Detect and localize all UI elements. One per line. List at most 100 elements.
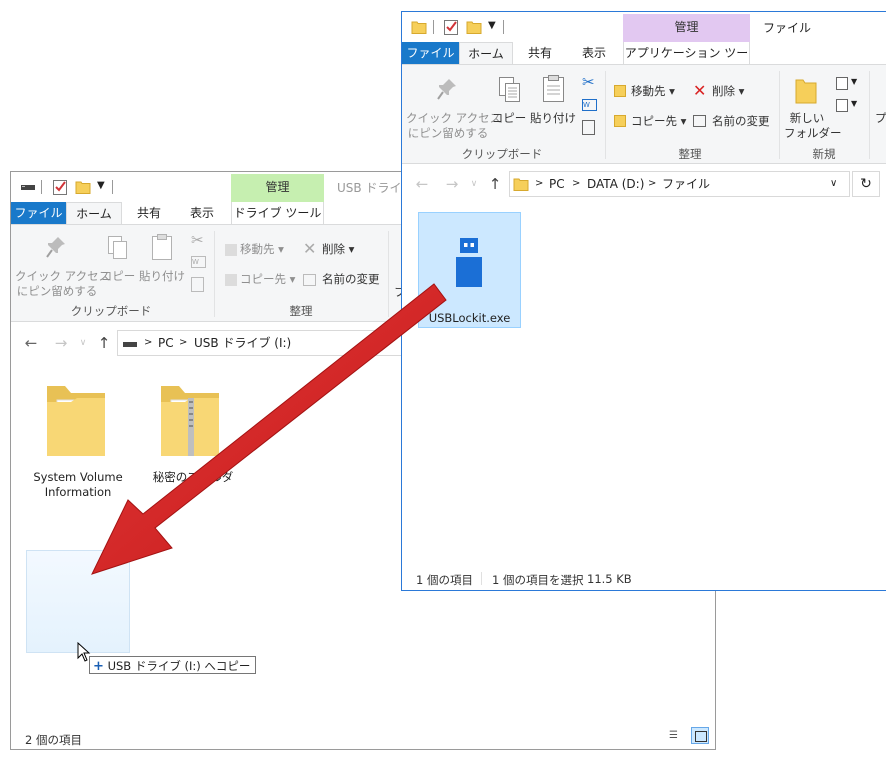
- back-button[interactable]: ←: [412, 171, 432, 197]
- copy-path-icon[interactable]: W: [582, 99, 597, 111]
- back-button[interactable]: ←: [21, 330, 41, 356]
- copy-button[interactable]: コピー: [491, 111, 527, 126]
- new-folder-icon[interactable]: [75, 179, 91, 195]
- address-bar[interactable]: > PC > DATA (D:) > ファイル ∨: [509, 171, 850, 197]
- delete-button[interactable]: 削除 ▾: [712, 84, 744, 99]
- cut-icon[interactable]: ✂: [191, 231, 204, 249]
- paste-shortcut-icon[interactable]: [582, 120, 595, 135]
- new-folder-label-line2: フォルダー: [784, 126, 842, 140]
- large-icons-view-icon[interactable]: [691, 727, 709, 744]
- tab-drive-tools[interactable]: ドライブ ツール: [231, 202, 324, 224]
- breadcrumb-pc[interactable]: PC: [549, 172, 565, 196]
- paste-button[interactable]: 貼り付け: [139, 269, 185, 284]
- status-selected-count: 1 個の項目を選択: [492, 573, 584, 587]
- recent-dropdown-icon[interactable]: ∨: [73, 330, 93, 356]
- paste-icon: [543, 75, 564, 102]
- move-to-button[interactable]: 移動先 ▾: [631, 84, 675, 99]
- rename-icon: [303, 274, 316, 286]
- properties-icon[interactable]: [52, 178, 68, 196]
- tab-home[interactable]: ホーム: [459, 42, 513, 64]
- forward-button[interactable]: →: [442, 171, 462, 197]
- status-item-count: 2 個の項目: [25, 733, 82, 747]
- new-folder-icon[interactable]: [466, 19, 482, 35]
- breadcrumb-usb-drive[interactable]: USB ドライブ (I:): [194, 331, 291, 355]
- pin-icon: [437, 79, 456, 100]
- folder-name-system-volume[interactable]: System Volume Information: [25, 470, 131, 500]
- folder-name-line1: System Volume: [33, 470, 123, 484]
- delete-label: 削除: [712, 84, 735, 98]
- usb-app-icon: [456, 238, 482, 287]
- up-button[interactable]: ↑: [94, 330, 114, 356]
- cut-icon[interactable]: ✂: [582, 73, 595, 91]
- tab-share[interactable]: 共有: [519, 42, 561, 64]
- pin-label-line1: クイック アクセス: [406, 111, 502, 125]
- drag-tooltip: + USB ドライブ (I:) へコピー: [89, 656, 257, 674]
- new-folder-label-line1: 新しい: [789, 111, 825, 125]
- tab-file[interactable]: ファイル: [402, 42, 459, 64]
- group-organize-label: 整理: [678, 147, 702, 161]
- move-to-label: 移動先: [631, 84, 666, 98]
- recent-dropdown-icon[interactable]: ∨: [464, 171, 484, 197]
- ribbon: クイック アクセス にピン留めする コピー 貼り付け ✂ W クリップボード 移動…: [402, 64, 886, 164]
- breadcrumb-folder[interactable]: ファイル: [662, 172, 710, 196]
- new-item-icon[interactable]: [836, 77, 848, 90]
- details-view-icon[interactable]: ☰: [669, 729, 685, 743]
- breadcrumb-separator: >: [572, 178, 581, 189]
- move-to-button[interactable]: 移動先 ▾: [240, 242, 284, 257]
- folder-icon[interactable]: [43, 380, 109, 460]
- drag-tooltip-label: USB ドライブ (I:) へコピー: [107, 659, 251, 673]
- new-folder-button[interactable]: 新しい フォルダー: [784, 111, 842, 141]
- breadcrumb-data-drive[interactable]: DATA (D:): [587, 172, 644, 196]
- copy-path-icon[interactable]: W: [191, 256, 206, 268]
- new-item-dropdown-icon[interactable]: ▼: [851, 77, 857, 86]
- copy-to-icon: [225, 274, 237, 286]
- pin-icon: [46, 237, 65, 258]
- move-to-label: 移動先: [240, 242, 275, 256]
- tab-application-tools[interactable]: アプリケーション ツール: [623, 42, 750, 82]
- delete-button[interactable]: 削除 ▾: [322, 242, 354, 257]
- drag-ghost: [26, 550, 130, 653]
- rename-button[interactable]: 名前の変更: [712, 114, 770, 129]
- tab-home[interactable]: ホーム: [66, 202, 122, 224]
- qat-dropdown-icon[interactable]: ▼: [488, 20, 496, 31]
- group-new-label: 新規: [812, 147, 836, 161]
- tab-view[interactable]: 表示: [573, 42, 615, 64]
- qat-dropdown-icon[interactable]: ▼: [97, 180, 105, 191]
- rename-button[interactable]: 名前の変更: [322, 272, 380, 287]
- properties-icon[interactable]: [443, 18, 459, 36]
- forward-button[interactable]: →: [51, 330, 71, 356]
- breadcrumb-separator: >: [535, 178, 544, 189]
- group-organize-label: 整理: [289, 304, 313, 318]
- plus-icon: +: [93, 659, 104, 674]
- pin-quick-access-button[interactable]: クイック アクセス にピン留めする: [15, 269, 110, 299]
- easy-access-icon[interactable]: [836, 99, 848, 112]
- refresh-button[interactable]: ↻: [852, 171, 880, 197]
- copy-button[interactable]: コピー: [100, 269, 136, 284]
- copy-to-icon: [614, 115, 626, 127]
- copy-to-label: コピー先: [631, 114, 677, 128]
- up-button[interactable]: ↑: [485, 171, 505, 197]
- window-title: ファイル: [763, 21, 812, 35]
- tab-share[interactable]: 共有: [128, 202, 170, 224]
- zip-folder-icon[interactable]: [157, 380, 223, 460]
- copy-to-button[interactable]: コピー先 ▾: [240, 272, 295, 287]
- group-clipboard-label: クリップボード: [461, 147, 543, 161]
- paste-button[interactable]: 貼り付け: [530, 111, 576, 126]
- copy-icon: [499, 77, 520, 102]
- pin-quick-access-button[interactable]: クイック アクセス にピン留めする: [406, 111, 501, 141]
- drive-icon: [123, 342, 137, 347]
- title-bar: ▼ 管理 ファイル: [402, 12, 886, 42]
- drive-icon: [21, 185, 35, 190]
- easy-access-dropdown-icon[interactable]: ▼: [851, 99, 857, 108]
- pin-label-line1: クイック アクセス: [15, 269, 111, 283]
- folder-name-secret[interactable]: 秘密のフォルダ: [151, 470, 235, 485]
- paste-shortcut-icon[interactable]: [191, 277, 204, 292]
- ribbon-cutoff-label: プ: [875, 111, 886, 125]
- tab-view[interactable]: 表示: [181, 202, 223, 224]
- breadcrumb-separator: >: [144, 337, 153, 348]
- breadcrumb-pc[interactable]: PC: [158, 331, 174, 355]
- tab-file[interactable]: ファイル: [11, 202, 66, 224]
- copy-to-button[interactable]: コピー先 ▾: [631, 114, 686, 129]
- address-dropdown-icon[interactable]: ∨: [830, 172, 837, 196]
- paste-icon: [152, 234, 172, 260]
